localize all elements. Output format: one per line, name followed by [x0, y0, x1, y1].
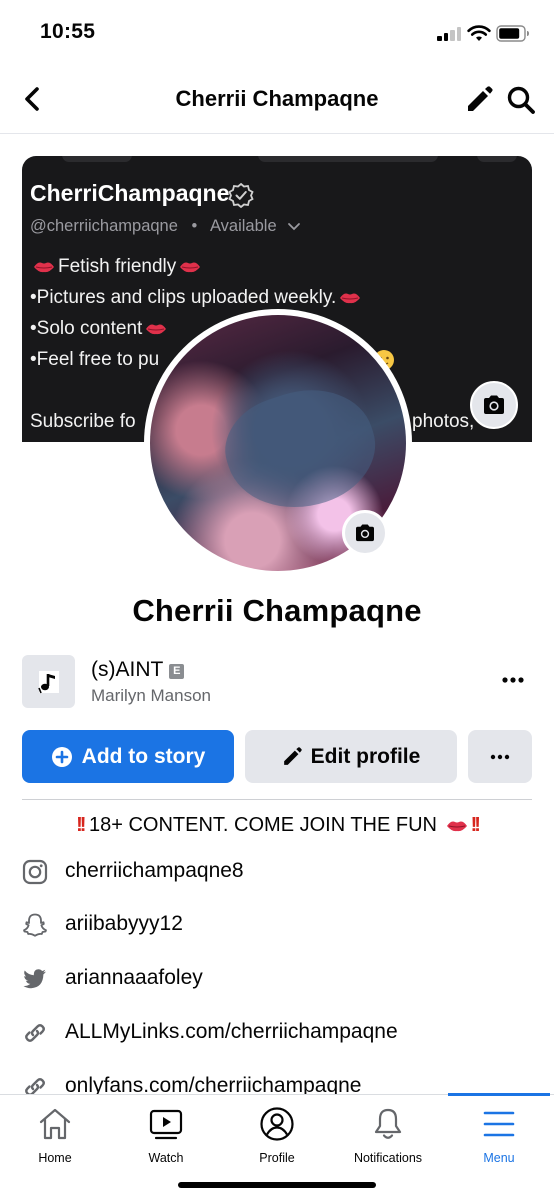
edit-profile-label: Edit profile — [310, 744, 421, 768]
active-tab-indicator — [448, 1093, 550, 1096]
song-title: (s)AINT — [91, 658, 164, 681]
song-artwork — [22, 655, 75, 708]
kiss-lips-icon — [146, 324, 167, 335]
tab-label: Home — [38, 1151, 72, 1165]
cover-line-2: •Pictures and clips uploaded weekly. — [30, 287, 364, 309]
verified-badge-icon — [228, 182, 254, 208]
cover-line-text: Subscribe fo — [30, 411, 136, 432]
tab-home[interactable]: Home — [0, 1107, 110, 1165]
link-text: ariibabyyy12 — [65, 912, 183, 935]
kiss-lips-icon — [446, 821, 467, 831]
add-to-story-label: Add to story — [81, 744, 206, 768]
tab-label: Notifications — [353, 1151, 423, 1165]
snapchat-icon — [23, 913, 47, 937]
cover-decoration — [62, 156, 132, 162]
cellular-signal-icon — [437, 27, 463, 41]
status-time: 10:55 — [40, 20, 96, 43]
profile-name: Cherrii Champaqne — [132, 593, 422, 628]
plus-circle-icon — [51, 746, 72, 767]
link-icon — [25, 1024, 45, 1042]
add-to-story-button[interactable]: Add to story — [22, 730, 234, 783]
tab-menu[interactable]: Menu — [444, 1107, 554, 1165]
profile-camera-button[interactable] — [342, 510, 388, 556]
battery-icon — [496, 25, 529, 42]
cover-line-5-end: photos, — [412, 411, 474, 433]
home-indicator[interactable] — [178, 1182, 376, 1188]
twitter-icon — [23, 969, 46, 989]
cover-line-1: Fetish friendly — [30, 256, 204, 278]
kiss-lips-icon — [34, 262, 54, 273]
bell-icon — [374, 1108, 402, 1139]
cover-line-text: •Feel free to pu — [30, 349, 160, 370]
wifi-icon — [467, 25, 491, 41]
cover-line-text: •Pictures and clips uploaded weekly. — [30, 287, 337, 308]
more-actions-button[interactable] — [468, 730, 532, 783]
cover-decoration — [477, 156, 517, 162]
cover-line-5: Subscribe fo — [30, 411, 136, 433]
kiss-lips-icon — [340, 293, 361, 304]
tab-watch[interactable]: Watch — [111, 1107, 221, 1165]
bio-text: 18+ CONTENT. COME JOIN THE FUN — [83, 814, 443, 836]
instagram-icon — [22, 859, 48, 885]
pencil-icon[interactable] — [465, 86, 493, 114]
profile-song[interactable]: (s)AINT E Marilyn Manson — [22, 655, 532, 709]
home-icon — [39, 1108, 71, 1140]
cover-line-4: •Feel free to pu — [30, 349, 159, 371]
song-title-row: (s)AINT E — [91, 658, 185, 682]
cover-handle-row: @cherriichampaqne • Available — [30, 217, 301, 236]
divider — [22, 799, 532, 800]
more-options-icon[interactable] — [500, 667, 526, 693]
camera-icon — [484, 395, 504, 414]
profile-icon — [260, 1107, 294, 1141]
search-icon[interactable] — [506, 85, 536, 115]
cover-line-text: •Solo content — [30, 318, 143, 339]
separator: • — [191, 217, 198, 235]
cover-decoration — [258, 156, 438, 162]
top-nav: Cherrii Champaqne — [0, 66, 554, 134]
kiss-lips-icon — [180, 262, 201, 273]
camera-icon — [356, 524, 374, 542]
tab-label: Menu — [483, 1151, 515, 1165]
bio: !! 18+ CONTENT. COME JOIN THE FUN !! — [0, 814, 554, 837]
tab-label: Watch — [148, 1151, 184, 1165]
song-artist: Marilyn Manson — [91, 686, 211, 705]
cover-line-text: Fetish friendly — [58, 256, 177, 277]
cover-line-3: •Solo content — [30, 318, 170, 340]
link-text: ALLMyLinks.com/cherriichampaqne — [65, 1020, 398, 1043]
cover-name: CherriChampaqne — [30, 180, 230, 206]
edit-profile-button[interactable]: Edit profile — [245, 730, 457, 783]
cover-camera-button[interactable] — [470, 381, 518, 429]
cover-handle: @cherriichampaqne — [30, 217, 178, 235]
cover-line-text: photos, — [412, 411, 475, 432]
tab-notifications[interactable]: Notifications — [333, 1107, 443, 1165]
availability-status[interactable]: Available — [210, 217, 277, 235]
tab-profile[interactable]: Profile — [222, 1107, 332, 1165]
chevron-down-icon[interactable] — [287, 222, 301, 232]
video-icon — [149, 1109, 183, 1140]
menu-icon — [483, 1111, 515, 1137]
tab-label: Profile — [259, 1151, 295, 1165]
music-note-icon — [37, 670, 59, 693]
explicit-badge: E — [169, 664, 185, 679]
link-text: ariannaaafoley — [65, 966, 203, 989]
double-exclamation-icon: !! — [470, 814, 481, 836]
status-bar: 10:55 — [0, 0, 554, 66]
link-text: cherriichampaqne8 — [65, 859, 244, 882]
more-options-icon — [490, 754, 510, 759]
pencil-icon — [283, 746, 302, 765]
